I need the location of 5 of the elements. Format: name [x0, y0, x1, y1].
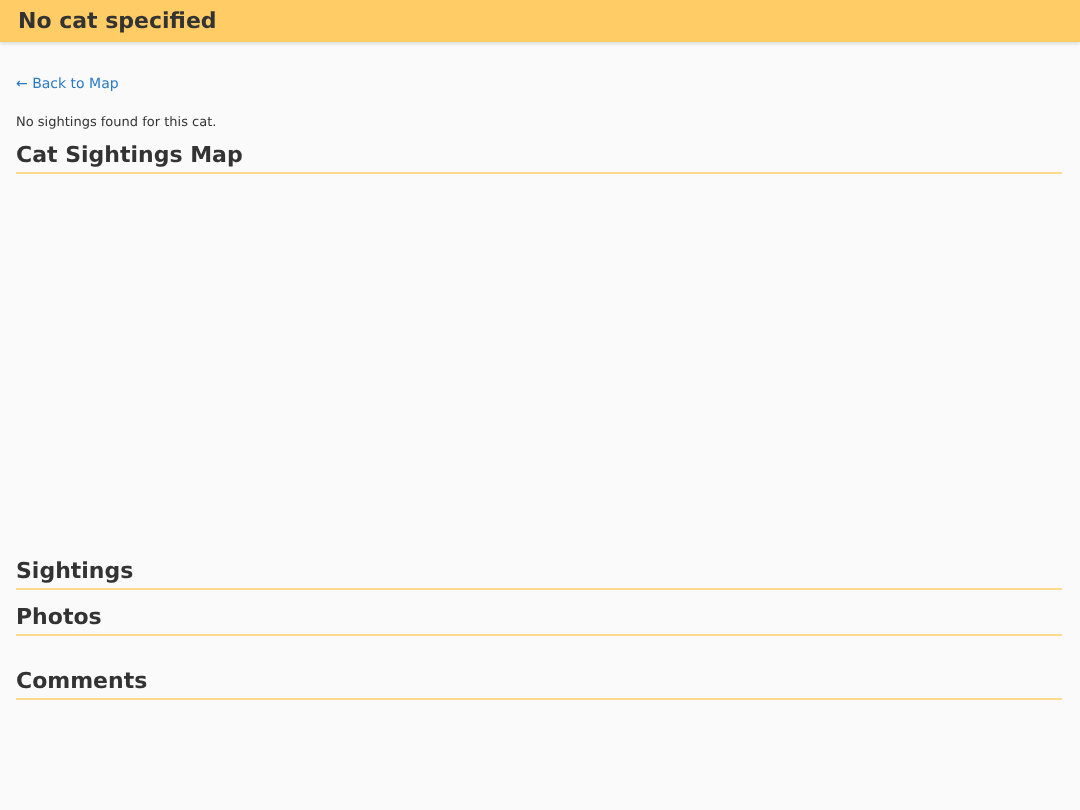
section-heading: Comments [16, 668, 1062, 700]
section-heading: Sightings [16, 558, 1062, 590]
section-heading: Photos [16, 604, 1062, 636]
page-title: No cat specified [18, 8, 217, 34]
section-heading: Cat Sightings Map [16, 142, 1062, 174]
